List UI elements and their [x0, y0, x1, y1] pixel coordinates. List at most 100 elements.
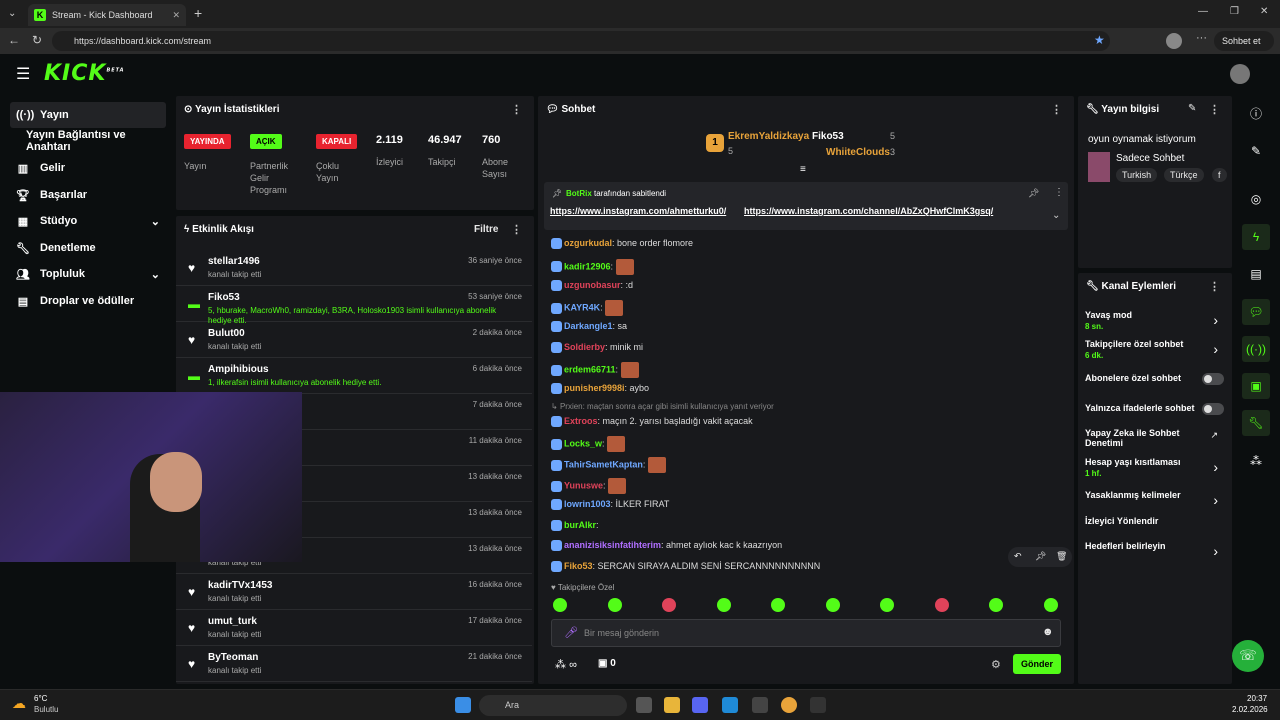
sidebar-item-basarilar[interactable]: 🏆︎ Başarılar [10, 182, 166, 208]
emote-icon[interactable] [989, 598, 1003, 612]
sidebar-item-studyo[interactable]: ▦ Stüdyo ⌄ [10, 208, 166, 234]
more-icon[interactable]: ··· [1196, 32, 1207, 44]
help-support-icon[interactable]: ☏ [1232, 640, 1264, 672]
external-link-icon[interactable]: ↗ [1210, 430, 1218, 441]
toggle-switch[interactable] [1202, 373, 1224, 385]
tab-list-icon[interactable]: ⌄ [8, 8, 16, 19]
broadcast-icon[interactable]: ((·)) [1242, 336, 1270, 362]
chat-username[interactable]: burAlkr [564, 520, 596, 530]
emote-icon[interactable] [553, 598, 567, 612]
chat-username[interactable]: Extroos [564, 416, 598, 426]
kebab-icon[interactable]: ⋮ [511, 223, 522, 236]
kebab-icon[interactable]: ⋮ [1054, 187, 1064, 198]
chat-username[interactable]: ozgurkudal [564, 238, 612, 248]
discord-icon[interactable] [692, 697, 708, 713]
user-avatar[interactable] [1230, 64, 1250, 84]
chat-username[interactable]: ananizisiksinfatihterim [564, 540, 661, 550]
category-name[interactable]: Sadece Sohbet [1116, 153, 1184, 164]
emote-icon[interactable] [1043, 598, 1058, 612]
chrome-icon[interactable] [781, 697, 797, 713]
document-icon[interactable]: ▤ [1242, 261, 1270, 287]
chevron-right-icon[interactable]: › [1213, 341, 1218, 357]
kebab-icon[interactable]: ⋮ [511, 103, 522, 116]
pinned-link[interactable]: https://www.instagram.com/channel/AbZxQH… [744, 206, 993, 216]
app-icon[interactable] [752, 697, 768, 713]
file-explorer-icon[interactable] [664, 697, 680, 713]
taskbar-search[interactable]: Ara [479, 695, 627, 716]
leader-name[interactable]: Fiko53 [812, 131, 844, 142]
channel-action[interactable]: Takipçilere özel sohbet 6 dk. [1085, 339, 1203, 360]
chevron-right-icon[interactable]: › [1213, 543, 1218, 559]
pin-icon[interactable]: 📌︎ [1035, 551, 1046, 562]
leaderboard-collapse-icon[interactable]: ≡ [800, 164, 806, 175]
sidebar-item-yayin[interactable]: ((·)) Yayın [10, 102, 166, 128]
chat-username[interactable]: uzgunobasur [564, 280, 621, 290]
chevron-right-icon[interactable]: › [1213, 492, 1218, 508]
chat-username[interactable]: KAYR4K [564, 302, 600, 312]
kebab-icon[interactable]: ⋮ [1209, 280, 1220, 293]
emote-icon[interactable] [880, 598, 894, 612]
close-window-icon[interactable]: ✕ [1260, 6, 1268, 17]
info-panel-icon[interactable]: ▣ [1242, 373, 1270, 399]
emote-icon[interactable] [662, 598, 676, 612]
gift-counter[interactable]: ▣ 0 [598, 658, 616, 669]
kick-logo[interactable]: KICKBETA [44, 61, 125, 86]
send-button[interactable]: Gönder [1013, 654, 1061, 674]
sidebar-item-gelir[interactable]: ▥ Gelir [10, 155, 166, 181]
sidebar-item-topluluk[interactable]: 👥︎ Topluluk ⌄ [10, 261, 166, 287]
close-tab-icon[interactable]: ✕ [172, 10, 180, 21]
reload-icon[interactable]: ↻ [32, 33, 42, 47]
activity-icon[interactable]: ϟ [1242, 224, 1270, 250]
chat-username[interactable]: Soldierby [564, 342, 605, 352]
chat-username[interactable]: Darkangle1 [564, 321, 613, 331]
feed-user[interactable]: Ampihibious [208, 364, 269, 375]
emote-icon[interactable] [607, 598, 622, 612]
chat-icon[interactable]: 💬︎ [1242, 299, 1270, 325]
start-icon[interactable] [455, 697, 471, 713]
filter-button[interactable]: Filtre [474, 224, 498, 235]
edit-icon[interactable]: ✎ [1242, 138, 1270, 164]
chevron-right-icon[interactable]: › [1213, 312, 1218, 328]
app-icon[interactable] [810, 697, 826, 713]
url-field[interactable]: https://dashboard.kick.com/stream [52, 31, 1110, 51]
feed-user[interactable]: Fiko53 [208, 292, 240, 303]
channel-action[interactable]: Yalnızca ifadelerle sohbet [1085, 403, 1203, 413]
sidebar-item-denetleme[interactable]: 🔧︎ Denetleme [10, 235, 166, 261]
new-tab-icon[interactable]: + [194, 5, 202, 21]
channel-action[interactable]: Yasaklanmış kelimeler [1085, 490, 1203, 500]
toggle-switch[interactable] [1202, 403, 1224, 415]
profile-icon[interactable] [1166, 33, 1182, 49]
channel-action[interactable]: Hedefleri belirleyin [1085, 541, 1203, 551]
chat-username[interactable]: erdem66711 [564, 364, 616, 374]
chat-username[interactable]: TahirSametKaptan [564, 459, 643, 469]
browser-tab[interactable]: K Stream - Kick Dashboard ✕ [28, 4, 186, 26]
info-icon[interactable]: ⓘ [1242, 100, 1270, 126]
chevron-right-icon[interactable]: › [1213, 459, 1218, 475]
settings-gear-icon[interactable]: ⚙ [991, 658, 1001, 671]
emote-icon[interactable] [825, 598, 840, 612]
delete-icon[interactable]: 🗑︎ [1056, 551, 1067, 562]
chat-username[interactable]: Yunuswe [564, 480, 603, 490]
wrench-icon[interactable]: 🔧︎ [1242, 410, 1270, 436]
channel-action[interactable]: Yavaş mod 8 sn. [1085, 310, 1203, 331]
chevron-down-icon[interactable]: ⌄ [1052, 210, 1060, 221]
minimize-icon[interactable]: — [1198, 6, 1208, 17]
chat-username[interactable]: kadir12906 [564, 261, 611, 271]
pinned-link[interactable]: https://www.instagram.com/ahmetturku0/ [550, 206, 726, 216]
emote-icon[interactable] [716, 598, 731, 612]
copilot-button[interactable]: Sohbet et [1214, 31, 1274, 51]
sidebar-item-stream-key[interactable]: Yayın Bağlantısı ve Anahtarı [10, 128, 166, 154]
favorite-star-icon[interactable]: ★ [1094, 33, 1105, 47]
chat-input[interactable]: 🎤︎ Bir mesaj gönderin ☻ [551, 619, 1061, 647]
kebab-icon[interactable]: ⋮ [1209, 103, 1220, 116]
feed-user[interactable]: ByTeoman [208, 652, 258, 663]
menu-icon[interactable]: ☰ [16, 64, 30, 84]
unpin-icon[interactable]: 📌︎ [1028, 188, 1039, 199]
channel-action[interactable]: Abonelere özel sohbet [1085, 373, 1203, 383]
maximize-icon[interactable]: ❐ [1230, 6, 1239, 17]
chat-username[interactable]: lowrin1003 [564, 499, 611, 509]
kebab-icon[interactable]: ⋮ [1051, 103, 1062, 116]
mic-icon[interactable]: 🎤︎ [564, 626, 578, 639]
edge-icon[interactable] [722, 697, 738, 713]
emote-icon[interactable] [771, 598, 785, 612]
